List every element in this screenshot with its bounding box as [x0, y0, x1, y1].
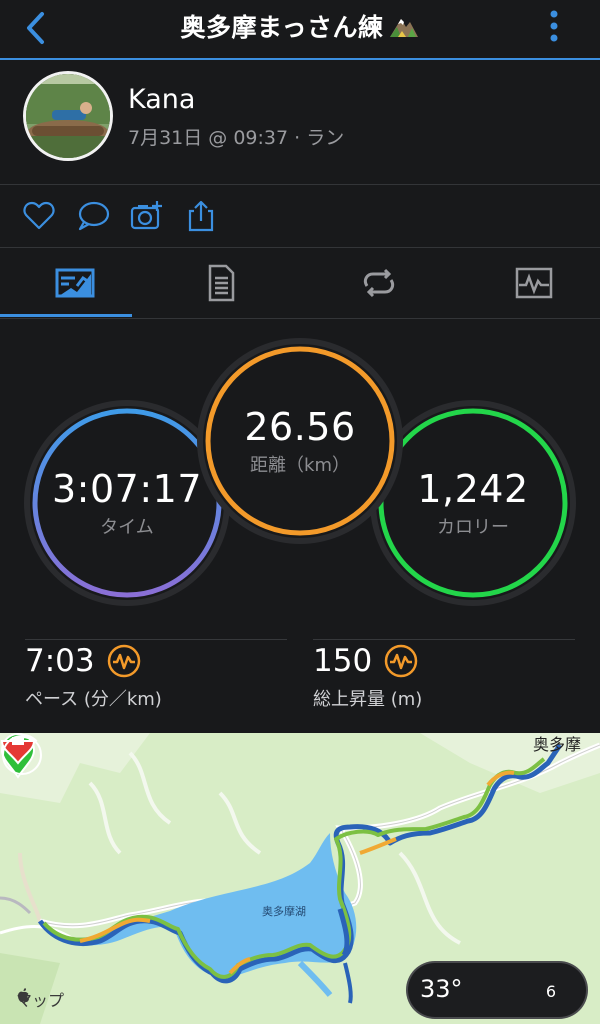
action-row: [0, 185, 600, 248]
heart-icon[interactable]: [22, 199, 56, 233]
calories-ring: 1,242 カロリー: [376, 406, 570, 600]
distance-ring: 26.56 距離（km）: [203, 344, 397, 538]
distance-value: 26.56: [244, 405, 356, 449]
temperature-value: 33°: [420, 975, 463, 1003]
elevation-metric: 150 総上昇量 (m): [313, 639, 575, 711]
activity-title: 奥多摩まっさん練: [90, 0, 510, 52]
back-chevron-icon[interactable]: [22, 10, 52, 46]
elevation-divider: [313, 639, 575, 640]
user-row: Kana 7月31日 @ 09:37 · ラン: [0, 60, 600, 185]
pace-value: 7:03: [25, 643, 95, 679]
maps-attribution[interactable]: マップ: [16, 987, 64, 1011]
pace-metric: 7:03 ペース (分／km): [25, 639, 287, 711]
document-icon: [208, 264, 235, 302]
pace-divider: [25, 639, 287, 640]
top-bar: 奥多摩まっさん練: [0, 0, 600, 60]
share-icon[interactable]: [184, 199, 218, 233]
user-name[interactable]: Kana: [128, 84, 195, 115]
route-map[interactable]: 奥多摩湖 奥多摩 33° 6 マップ: [0, 733, 600, 1024]
elevation-value: 150: [313, 643, 373, 679]
comment-icon[interactable]: [76, 199, 110, 233]
more-options-icon[interactable]: [544, 6, 564, 46]
laps-loop-icon: [363, 268, 395, 298]
town-label: 奥多摩: [533, 735, 582, 754]
tab-laps[interactable]: [304, 248, 454, 318]
air-quality-value: 6: [545, 981, 557, 1001]
avatar[interactable]: [23, 71, 113, 161]
calories-value: 1,242: [417, 467, 529, 511]
activity-title-text: 奥多摩まっさん練: [180, 13, 384, 42]
lake-label: 奥多摩湖: [262, 905, 306, 918]
time-label: タイム: [100, 517, 154, 538]
pace-label: ペース (分／km): [25, 689, 162, 710]
tab-details[interactable]: [146, 248, 296, 318]
overview-icon: [55, 268, 95, 298]
pace-info-icon[interactable]: [107, 644, 141, 678]
active-tab-indicator: [0, 314, 132, 317]
time-ring: 3:07:17 タイム: [30, 406, 224, 600]
add-photo-icon[interactable]: [130, 199, 164, 233]
mountain-icon: [389, 19, 418, 37]
stats-panel: 3:07:17 タイム 1,242 カロリー 26.56 距離（km） 7:03…: [0, 318, 600, 733]
tab-bar: [0, 248, 600, 319]
apple-logo-icon: [18, 988, 29, 1002]
tab-charts[interactable]: [459, 248, 600, 318]
chart-icon: [515, 267, 553, 299]
activity-meta: 7月31日 @ 09:37 · ラン: [128, 127, 345, 149]
air-quality-ring-icon: [2, 733, 42, 775]
time-value: 3:07:17: [52, 467, 202, 511]
distance-label: 距離（km）: [250, 455, 350, 476]
tab-overview[interactable]: [0, 248, 150, 318]
avatar-photo: [26, 74, 110, 158]
elevation-info-icon[interactable]: [384, 644, 418, 678]
calories-label: カロリー: [437, 517, 509, 538]
elevation-label: 総上昇量 (m): [313, 689, 423, 710]
